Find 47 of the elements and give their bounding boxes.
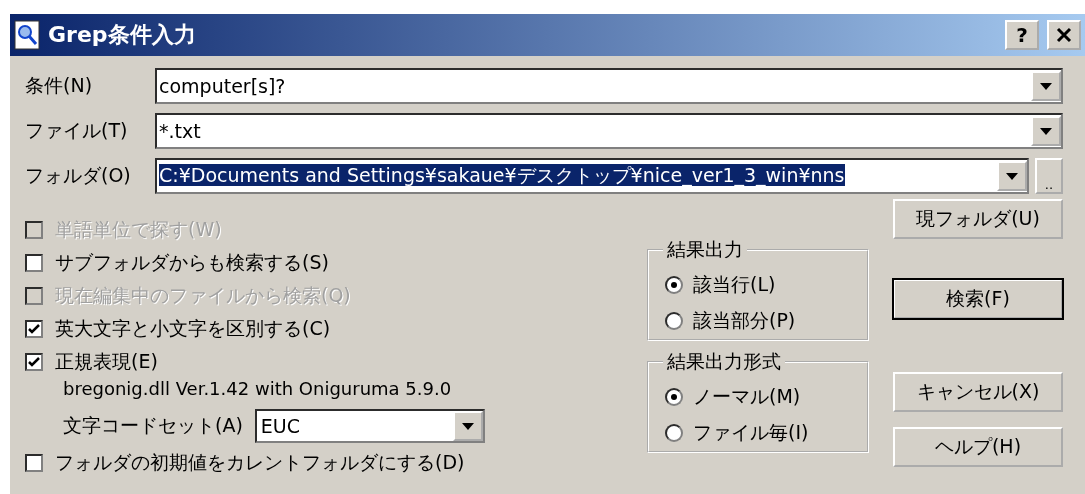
field-label: フォルダ(O) [25,163,132,188]
radio-label: ノーマル(M) [693,384,801,409]
library-version-text: bregonig.dll Ver.1.42 with Oniguruma 5.9.0 [63,378,453,401]
select-label: 文字コードセット(A) [63,413,243,438]
help-button[interactable]: ? [1005,20,1039,50]
close-icon [1056,27,1072,43]
combo-box[interactable]: computer[s]? [155,68,1063,104]
dropdown-arrow-icon [1040,82,1052,90]
radio-button[interactable] [665,388,683,406]
dialog-button[interactable]: キャンセル(X) [893,372,1063,412]
checkbox-label: 正規表現(E) [55,348,158,374]
dropdown-button[interactable] [1031,116,1061,146]
radio-button[interactable] [665,276,683,294]
radio-dot-icon [671,394,677,400]
checkbox[interactable] [25,453,43,472]
current-folder-button[interactable]: 現フォルダ(U) [893,199,1063,239]
magnifier-icon [14,20,40,50]
checkbox[interactable] [25,319,43,338]
radio-button[interactable] [665,424,683,442]
check-icon [28,356,40,367]
browse-button[interactable]: .. [1035,158,1063,194]
checkbox-label: 英大文字と小文字を区別する(C) [55,315,331,341]
check-icon [28,323,40,334]
dialog-button[interactable]: 検索(F) [893,279,1063,319]
checkbox[interactable] [25,352,43,371]
combo-box[interactable]: *.txt [155,113,1063,149]
dropdown-arrow-icon [1040,127,1052,135]
radio-label: ファイル毎(I) [693,420,809,445]
dialog-button[interactable]: ヘルプ(H) [893,427,1063,467]
dropdown-arrow-icon [461,422,474,430]
radio-dot-icon [671,282,677,288]
checkbox-label: サブフォルダからも検索する(S) [55,249,329,275]
window-title: Grep条件入力 [48,21,197,49]
close-button[interactable] [1047,20,1081,50]
checkbox-label: フォルダの初期値をカレントフォルダにする(D) [55,449,465,475]
combo-box[interactable]: C:¥Documents and Settings¥sakaue¥デスクトップ¥nice_ver1_3_win¥nns [155,158,1029,194]
dropdown-button[interactable] [997,161,1027,191]
field-label: ファイル(T) [25,118,129,143]
dropdown-arrow-icon [1006,172,1018,180]
field-label: 条件(N) [25,73,94,98]
dropdown-button[interactable] [1031,71,1061,101]
dropdown-button[interactable] [452,411,483,441]
charset-select[interactable]: EUC [254,409,485,443]
radio-button[interactable] [665,312,683,330]
checkbox[interactable] [25,253,43,272]
radio-label: 該当行(L) [693,272,776,297]
radio-label: 該当部分(P) [693,308,796,333]
